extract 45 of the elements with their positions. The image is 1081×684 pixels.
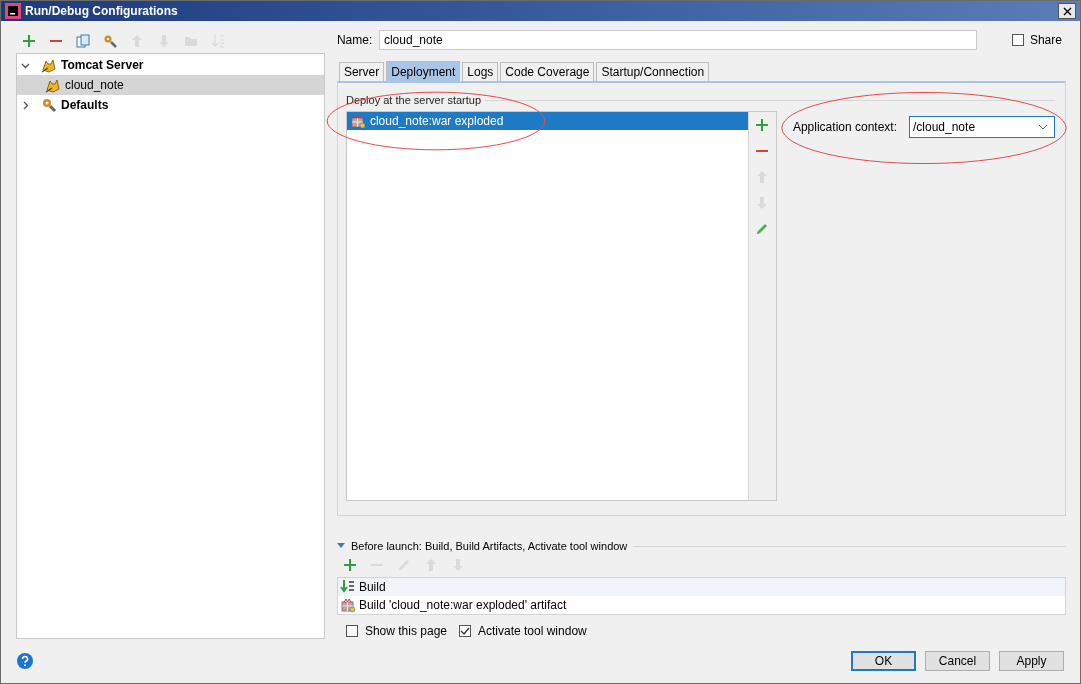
copy-icon[interactable] <box>76 34 90 48</box>
name-field[interactable]: cloud_note <box>378 30 977 50</box>
tab[interactable]: Server <box>338 62 385 81</box>
package-icon <box>349 113 366 129</box>
checkbox[interactable] <box>345 625 358 637</box>
help-icon <box>17 653 33 669</box>
plus-icon[interactable] <box>22 34 36 48</box>
tab[interactable]: Code Coverage <box>500 62 595 81</box>
plus-icon[interactable] <box>755 118 770 132</box>
app-icon <box>5 3 21 19</box>
task-item[interactable]: Build <box>337 578 1065 596</box>
checkbox[interactable] <box>459 625 471 637</box>
name-label: Name: <box>336 33 374 47</box>
share-checkbox[interactable] <box>1011 34 1024 46</box>
dialog-button[interactable]: Apply <box>999 651 1064 671</box>
cat-icon <box>45 77 61 93</box>
close-button[interactable] <box>1058 3 1076 19</box>
checkbox-label[interactable]: Activate tool window <box>478 624 587 638</box>
tree-item[interactable]: Tomcat Server <box>17 55 325 75</box>
section-label: Before launch: Build, Build Artifacts, Activate tool window <box>350 540 628 552</box>
artifact-item[interactable]: cloud_note:war exploded <box>346 112 748 130</box>
tab[interactable]: Logs <box>462 62 499 81</box>
window-title: Run/Debug Configurations <box>25 4 178 18</box>
tree-item[interactable]: cloud_note <box>17 75 325 95</box>
checkbox-label[interactable]: Show this page <box>364 624 447 638</box>
tab[interactable]: Startup/Connection <box>596 62 710 81</box>
plus-icon[interactable] <box>342 558 357 572</box>
context-dropdown[interactable]: /cloud_note <box>909 116 1055 138</box>
checkmark-icon <box>460 626 470 636</box>
tab[interactable]: Deployment <box>386 61 461 81</box>
task-item[interactable]: Build 'cloud_note:war exploded' artifact <box>337 596 1065 614</box>
dialog-button[interactable]: OK <box>851 651 916 671</box>
close-icon <box>1062 6 1072 16</box>
chevron-down-icon <box>1038 124 1048 130</box>
context-label: Application context: <box>792 119 897 136</box>
share-label[interactable]: Share <box>1029 33 1062 47</box>
pencil-icon[interactable] <box>755 222 770 236</box>
binary-arrow-icon <box>339 579 356 595</box>
dialog-button[interactable]: Cancel <box>925 651 990 671</box>
triangle-down-icon[interactable] <box>336 543 345 549</box>
chevron-right-icon[interactable] <box>21 100 30 110</box>
tree-item[interactable]: Defaults <box>17 95 325 115</box>
help-button[interactable] <box>17 653 33 669</box>
cat-icon <box>41 57 57 73</box>
package-icon <box>339 597 356 613</box>
